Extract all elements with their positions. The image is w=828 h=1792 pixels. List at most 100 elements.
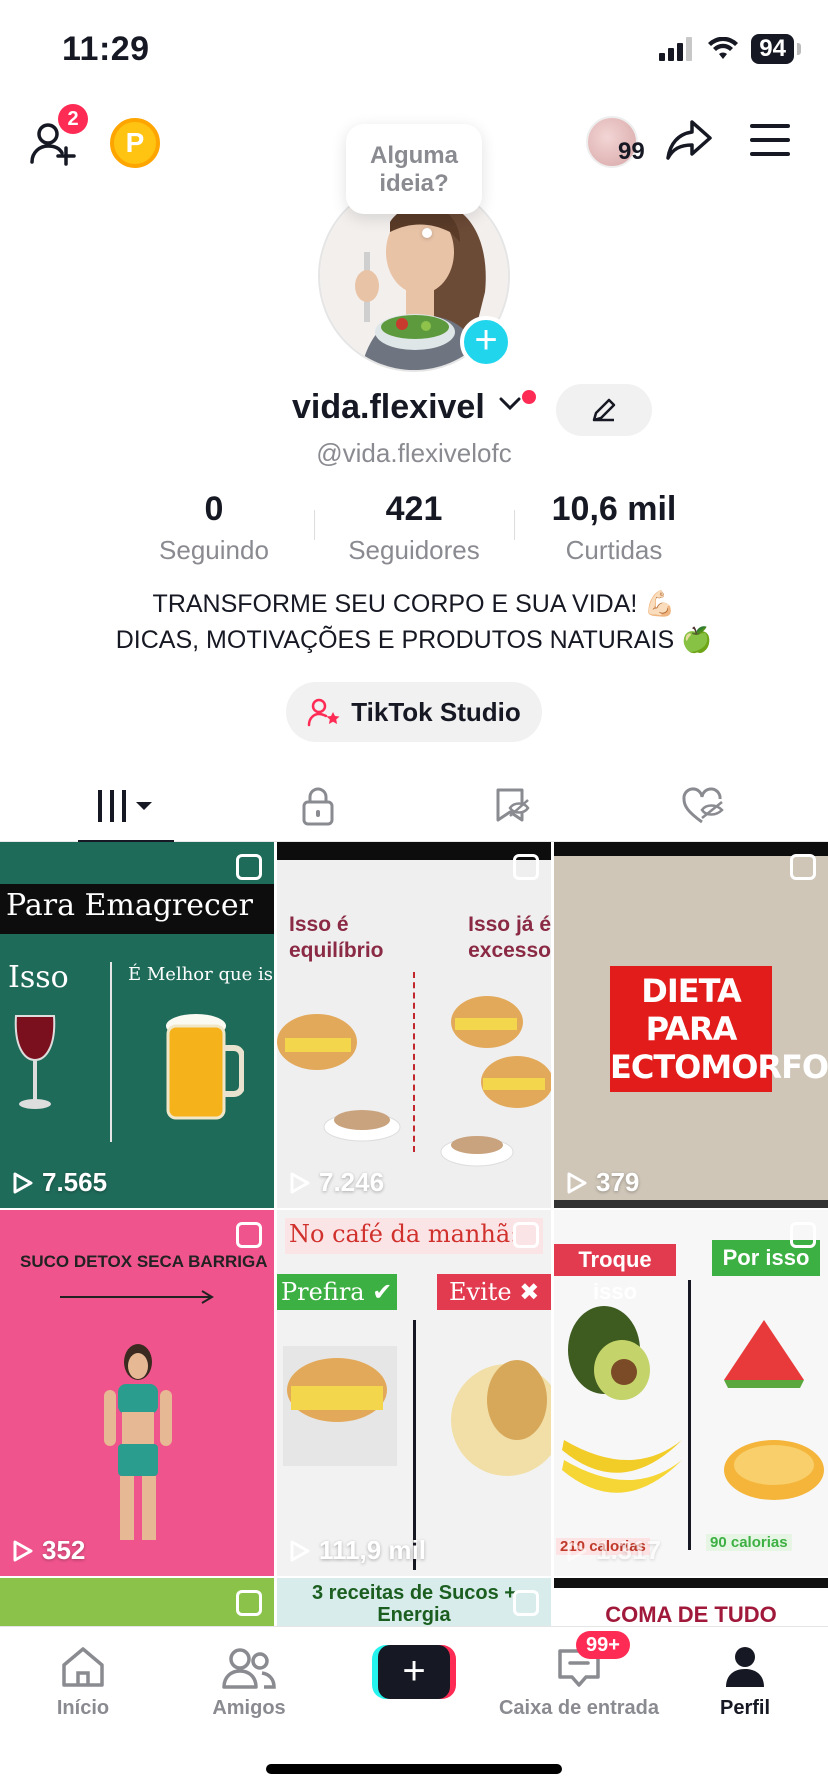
- pinned-icon: [513, 854, 539, 880]
- tiktok-studio-button[interactable]: TikTok Studio: [286, 682, 542, 742]
- video-thumbnail[interactable]: 3 receitas de Sucos + Energia: [277, 1578, 551, 1626]
- view-count: 111,9 mil: [289, 1535, 426, 1566]
- video-text: Isso já é excesso: [468, 913, 551, 962]
- menu-icon[interactable]: [750, 122, 790, 158]
- video-thumbnail[interactable]: DIETA PARA ECTOMORFO 379: [554, 842, 828, 1208]
- status-bar: 11:29 94: [0, 0, 828, 100]
- profile-stats: 0 Seguindo 421 Seguidores 10,6 mil Curti…: [0, 490, 828, 570]
- bread-comparison-image: [283, 1346, 551, 1476]
- profile-bio: TRANSFORME SEU CORPO E SUA VIDA! 💪🏻 DICA…: [0, 586, 828, 658]
- view-count: 1.317: [566, 1535, 661, 1566]
- video-title: DIETA PARA ECTOMORFO: [610, 966, 828, 1092]
- inbox-badge: 99+: [576, 1631, 630, 1659]
- tab-private[interactable]: [214, 770, 421, 842]
- stat-followers[interactable]: 421 Seguidores: [314, 490, 514, 566]
- signal-icon: [659, 37, 693, 61]
- video-title: Para Emagrecer: [6, 888, 253, 923]
- video-text: Isso: [8, 960, 69, 995]
- video-title: COMA DE TUDO: [605, 1602, 777, 1626]
- video-thumbnail[interactable]: SUCO DETOX SECA BARRIGA 352: [0, 1210, 274, 1576]
- username-row: vida.flexivel: [0, 384, 828, 436]
- tiktok-studio-label: TikTok Studio: [351, 696, 521, 727]
- handle: @vida.flexivelofc: [316, 438, 512, 468]
- video-thumbnail[interactable]: Troque isso Por isso 210 calorias 90 cal…: [554, 1210, 828, 1576]
- username[interactable]: vida.flexivel: [292, 388, 485, 427]
- chevron-down-icon[interactable]: [498, 396, 522, 412]
- nav-inbox-label: Caixa de entrada: [498, 1697, 660, 1719]
- woman-fitness-image: [104, 1344, 172, 1540]
- video-thumbnail[interactable]: Para Emagrecer Isso É Melhor que isso 7.…: [0, 842, 274, 1208]
- creator-star-icon: [308, 698, 340, 727]
- video-thumbnail[interactable]: COMA DE TUDO: [554, 1578, 828, 1626]
- video-thumbnail[interactable]: No café da manhã: Prefira ✔ Evite ✖ 111,…: [277, 1210, 551, 1576]
- home-indicator: [266, 1764, 562, 1774]
- nav-home-label: Início: [56, 1697, 110, 1719]
- grid-icon: [97, 790, 152, 822]
- video-thumbnail[interactable]: [0, 1578, 274, 1626]
- note-bubble-tail: [422, 228, 432, 238]
- pinned-icon: [236, 1222, 262, 1248]
- play-icon: [567, 1540, 587, 1561]
- pinned-icon: [790, 1222, 816, 1248]
- view-count-label: 7.565: [42, 1167, 108, 1197]
- friend-request-badge: 2: [58, 104, 88, 134]
- view-count-label: 379: [596, 1167, 640, 1197]
- arrow-icon: [60, 1290, 214, 1304]
- tab-videos[interactable]: [22, 770, 229, 843]
- status-icons: 94: [659, 34, 801, 64]
- nav-profile[interactable]: Perfil: [662, 1637, 828, 1720]
- share-icon[interactable]: [664, 114, 714, 164]
- video-title: No café da manhã:: [289, 1220, 519, 1248]
- lock-icon: [302, 787, 333, 826]
- video-text: Prefira ✔: [277, 1274, 397, 1310]
- view-count-label: 1.317: [596, 1535, 662, 1565]
- battery-indicator: 94: [751, 34, 801, 64]
- view-count-label: 111,9 mil: [319, 1535, 426, 1565]
- view-count: 7.565: [12, 1167, 107, 1198]
- video-text: Evite ✖: [437, 1274, 551, 1310]
- view-count: 7.246: [289, 1167, 384, 1198]
- notification-dot: [522, 390, 536, 404]
- play-icon: [567, 1172, 587, 1193]
- play-icon: [13, 1172, 33, 1193]
- bio-line: TRANSFORME SEU CORPO E SUA VIDA! 💪🏻: [152, 590, 676, 618]
- stat-value: 0: [204, 490, 224, 528]
- stat-label: Seguindo: [159, 535, 269, 565]
- pinned-icon: [513, 1222, 539, 1248]
- stat-following[interactable]: 0 Seguindo: [114, 490, 314, 566]
- play-icon: [13, 1540, 33, 1561]
- create-button[interactable]: +: [372, 1645, 456, 1699]
- nav-friends-label: Amigos: [212, 1697, 286, 1719]
- wine-glass-image: [14, 1015, 56, 1109]
- bio-line: DICAS, MOTIVAÇÕES E PRODUTOS NATURAIS 🍏: [115, 626, 713, 654]
- pinned-icon: [790, 854, 816, 880]
- status-time: 11:29: [62, 30, 150, 68]
- bookmark-hidden-icon: [496, 788, 530, 822]
- video-text: É Melhor que isso: [128, 964, 274, 985]
- profile-icon: [726, 1647, 764, 1687]
- video-text: Troque isso: [554, 1244, 676, 1304]
- play-icon: [290, 1540, 310, 1561]
- bread-coffee-image: [277, 996, 551, 1167]
- view-count-label: 352: [42, 1535, 86, 1565]
- tab-liked[interactable]: [600, 770, 807, 842]
- tab-saved[interactable]: [408, 770, 615, 842]
- stat-value: 421: [385, 490, 443, 528]
- video-title: SUCO DETOX SECA BARRIGA: [20, 1252, 268, 1271]
- nav-home[interactable]: Início: [0, 1637, 166, 1720]
- friends-icon: [222, 1648, 276, 1689]
- note-bubble[interactable]: Alguma ideia?: [346, 124, 482, 214]
- stat-value: 10,6 mil: [551, 490, 677, 528]
- beer-mug-image: [166, 1014, 244, 1120]
- pencil-icon: [592, 398, 616, 422]
- coin-button[interactable]: P: [110, 118, 160, 168]
- calorie-label: 90 calorias: [706, 1534, 792, 1551]
- add-story-button[interactable]: +: [460, 316, 512, 368]
- video-thumbnail[interactable]: Isso é equilíbrio Isso já é excesso 7.24…: [277, 842, 551, 1208]
- fruits-comparison-image: [562, 1306, 824, 1500]
- heart-hidden-icon: [681, 787, 724, 824]
- stat-likes[interactable]: 10,6 mil Curtidas: [514, 490, 714, 566]
- nav-friends[interactable]: Amigos: [166, 1637, 332, 1720]
- pinned-icon: [236, 1590, 262, 1616]
- edit-profile-button[interactable]: [556, 384, 652, 436]
